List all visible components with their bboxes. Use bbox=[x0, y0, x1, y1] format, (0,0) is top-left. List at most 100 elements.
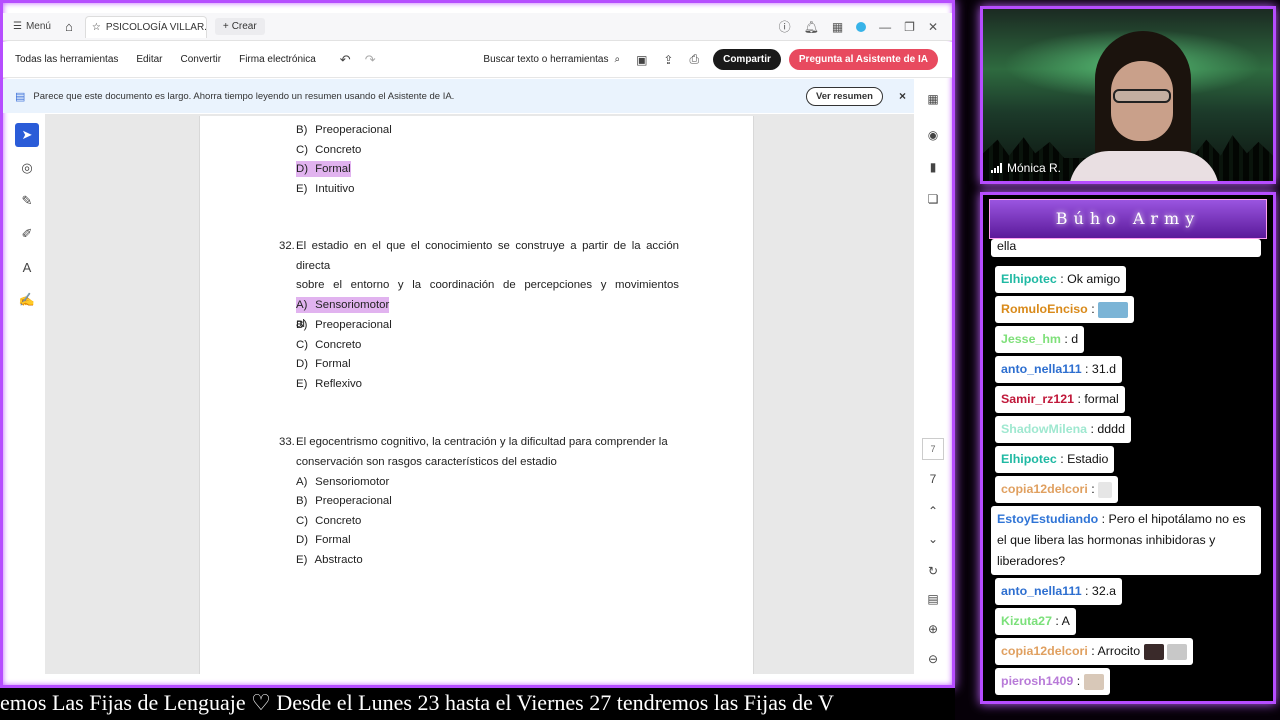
q32-option-e: E) Reflexivo bbox=[296, 376, 362, 392]
chat-message: RomuloEnciso : bbox=[995, 296, 1135, 323]
page-number-total: 7 bbox=[929, 472, 937, 486]
browser-tab-bar: ☰ Menú ⌂ ☆ PSICOLOGÍA VILLAR... × + Crea… bbox=[3, 13, 952, 41]
apps-icon[interactable]: ▦ bbox=[832, 20, 843, 34]
zoom-out-icon[interactable]: ⊖ bbox=[922, 648, 944, 670]
bell-icon[interactable]: 🔔︎ bbox=[804, 20, 819, 34]
chat-username: EstoyEstudiando bbox=[997, 512, 1099, 526]
hamburger-icon: ☰ bbox=[13, 21, 22, 32]
select-cursor-icon[interactable]: ➤ bbox=[15, 123, 39, 147]
message-text: A bbox=[1061, 614, 1070, 628]
chat-username: anto_nella111 bbox=[1001, 362, 1082, 376]
option-text: Reflexivo bbox=[315, 378, 363, 390]
ticker-text: emos Las Fijas de Lenguaje ♡ Desde el Lu… bbox=[0, 690, 834, 715]
help-icon[interactable]: ⓘ bbox=[779, 18, 791, 35]
view-summary-button[interactable]: Ver resumen bbox=[805, 86, 883, 106]
chat-username: Kizuta27 bbox=[1001, 614, 1052, 628]
zoom-in-icon[interactable]: ⊕ bbox=[922, 618, 944, 640]
comments-panel-icon[interactable]: ◉ bbox=[922, 124, 944, 146]
home-icon[interactable]: ⌂ bbox=[65, 19, 73, 34]
question-number: 33. bbox=[279, 436, 295, 448]
share-button[interactable]: Compartir bbox=[713, 49, 781, 70]
pages-panel-icon[interactable]: ❏ bbox=[922, 188, 944, 210]
participant-name: Mónica R. bbox=[1007, 161, 1062, 175]
emote-icon bbox=[1098, 301, 1129, 318]
message-text: ella bbox=[997, 239, 1017, 253]
star-icon[interactable]: ☆ bbox=[92, 22, 101, 33]
new-tab-label: Crear bbox=[231, 21, 257, 32]
signal-icon bbox=[991, 163, 1002, 173]
extract-icon[interactable]: ▤ bbox=[922, 588, 944, 610]
option-text: Formal bbox=[315, 534, 351, 546]
question-number: 32. bbox=[279, 240, 295, 252]
page-number-current[interactable]: 7 bbox=[922, 438, 944, 460]
q32-option-d: D) Formal bbox=[296, 356, 351, 372]
acrobat-toolbar: Todas las herramientas Editar Convertir … bbox=[3, 42, 952, 78]
scroll-down-icon[interactable]: ⌄ bbox=[922, 528, 944, 550]
news-ticker: emos Las Fijas de Lenguaje ♡ Desde el Lu… bbox=[0, 688, 955, 720]
option-letter: D) bbox=[296, 534, 309, 546]
question-text-line: El estadio en el que el conocimiento se … bbox=[296, 240, 679, 272]
message-text: formal bbox=[1084, 392, 1119, 406]
restore-icon[interactable]: ❐ bbox=[904, 20, 915, 34]
draw-icon[interactable]: ✐ bbox=[15, 222, 39, 246]
option-letter: D) bbox=[296, 163, 309, 175]
upload-icon[interactable]: ⇪ bbox=[663, 53, 673, 67]
account-icon[interactable] bbox=[856, 21, 867, 32]
menu-button[interactable]: ☰ Menú bbox=[13, 21, 51, 32]
message-text: dddd bbox=[1097, 422, 1125, 436]
close-window-icon[interactable]: ✕ bbox=[928, 20, 938, 34]
streamer-shoulders bbox=[1069, 151, 1219, 181]
chat-message: anto_nella111 : 31.d bbox=[995, 356, 1123, 383]
option-letter: B) bbox=[296, 495, 308, 507]
q32-option-a-highlighted: A) Sensoriomotor bbox=[296, 297, 390, 313]
esign-menu[interactable]: Firma electrónica bbox=[239, 54, 316, 65]
close-banner-icon[interactable]: × bbox=[899, 89, 906, 103]
pen-icon[interactable]: ✎ bbox=[15, 189, 39, 213]
print-icon[interactable]: ⎙ bbox=[689, 52, 699, 67]
convert-menu[interactable]: Convertir bbox=[181, 54, 222, 65]
text-box-icon[interactable]: A bbox=[15, 255, 39, 279]
chat-username: Jesse_hm bbox=[1001, 332, 1061, 346]
option-text: Sensoriomotor bbox=[315, 476, 390, 488]
q31-option-d-highlighted: D) Formal bbox=[296, 161, 351, 177]
undo-icon[interactable]: ↶ bbox=[340, 52, 351, 68]
option-letter: A) bbox=[296, 476, 308, 488]
option-letter: E) bbox=[296, 183, 308, 195]
chat-username: anto_nella111 bbox=[1001, 584, 1082, 598]
option-letter: E) bbox=[296, 378, 308, 390]
option-letter: A) bbox=[296, 299, 308, 311]
chat-message: anto_nella111 : 32.a bbox=[995, 578, 1123, 605]
chat-message: copia12delcori : bbox=[995, 476, 1119, 503]
option-text: Preoperacional bbox=[315, 319, 392, 331]
emote-icon bbox=[1167, 643, 1188, 660]
scroll-up-icon[interactable]: ⌃ bbox=[922, 500, 944, 522]
chat-username: Elhipotec bbox=[1001, 452, 1057, 466]
chat-message: Elhipotec : Estadio bbox=[995, 446, 1115, 473]
ai-panel-icon[interactable]: ▦ bbox=[922, 88, 944, 110]
comment-icon[interactable]: ◎ bbox=[15, 156, 39, 180]
minimize-icon[interactable]: — bbox=[879, 20, 891, 34]
ai-assistant-button[interactable]: Pregunta al Asistente de IA bbox=[788, 49, 938, 70]
bookmark-panel-icon[interactable]: ▮ bbox=[922, 156, 944, 178]
browser-tab[interactable]: ☆ PSICOLOGÍA VILLAR... × bbox=[84, 15, 207, 38]
rotate-icon[interactable]: ↻ bbox=[922, 560, 944, 582]
edit-menu[interactable]: Editar bbox=[136, 54, 162, 65]
new-tab-button[interactable]: + Crear bbox=[214, 18, 265, 35]
all-tools-menu[interactable]: Todas las herramientas bbox=[15, 54, 118, 65]
q31-option-e: E) Intuitivo bbox=[296, 181, 354, 197]
chat-message: EstoyEstudiando : Pero el hipotálamo no … bbox=[991, 506, 1261, 575]
streamer-glasses bbox=[1113, 89, 1171, 103]
q33-option-c: C) Concreto bbox=[296, 513, 361, 529]
sign-icon[interactable]: ✍ bbox=[15, 288, 39, 312]
search-tools[interactable]: Buscar texto o herramientas ⌕ bbox=[483, 54, 620, 65]
option-letter: B) bbox=[296, 124, 308, 136]
q32-option-c: C) Concreto bbox=[296, 337, 361, 353]
save-icon[interactable]: ▣ bbox=[636, 53, 647, 67]
chat-message: pierosh1409 : bbox=[995, 668, 1110, 695]
redo-icon[interactable]: ↷ bbox=[365, 52, 376, 68]
chat-username: copia12delcori bbox=[1001, 644, 1088, 658]
chat-message: Kizuta27 : A bbox=[995, 608, 1076, 635]
banner-text: Parece que este documento es largo. Ahor… bbox=[33, 90, 455, 102]
message-text: d bbox=[1071, 332, 1079, 346]
chat-title: Búho Army bbox=[989, 199, 1267, 239]
